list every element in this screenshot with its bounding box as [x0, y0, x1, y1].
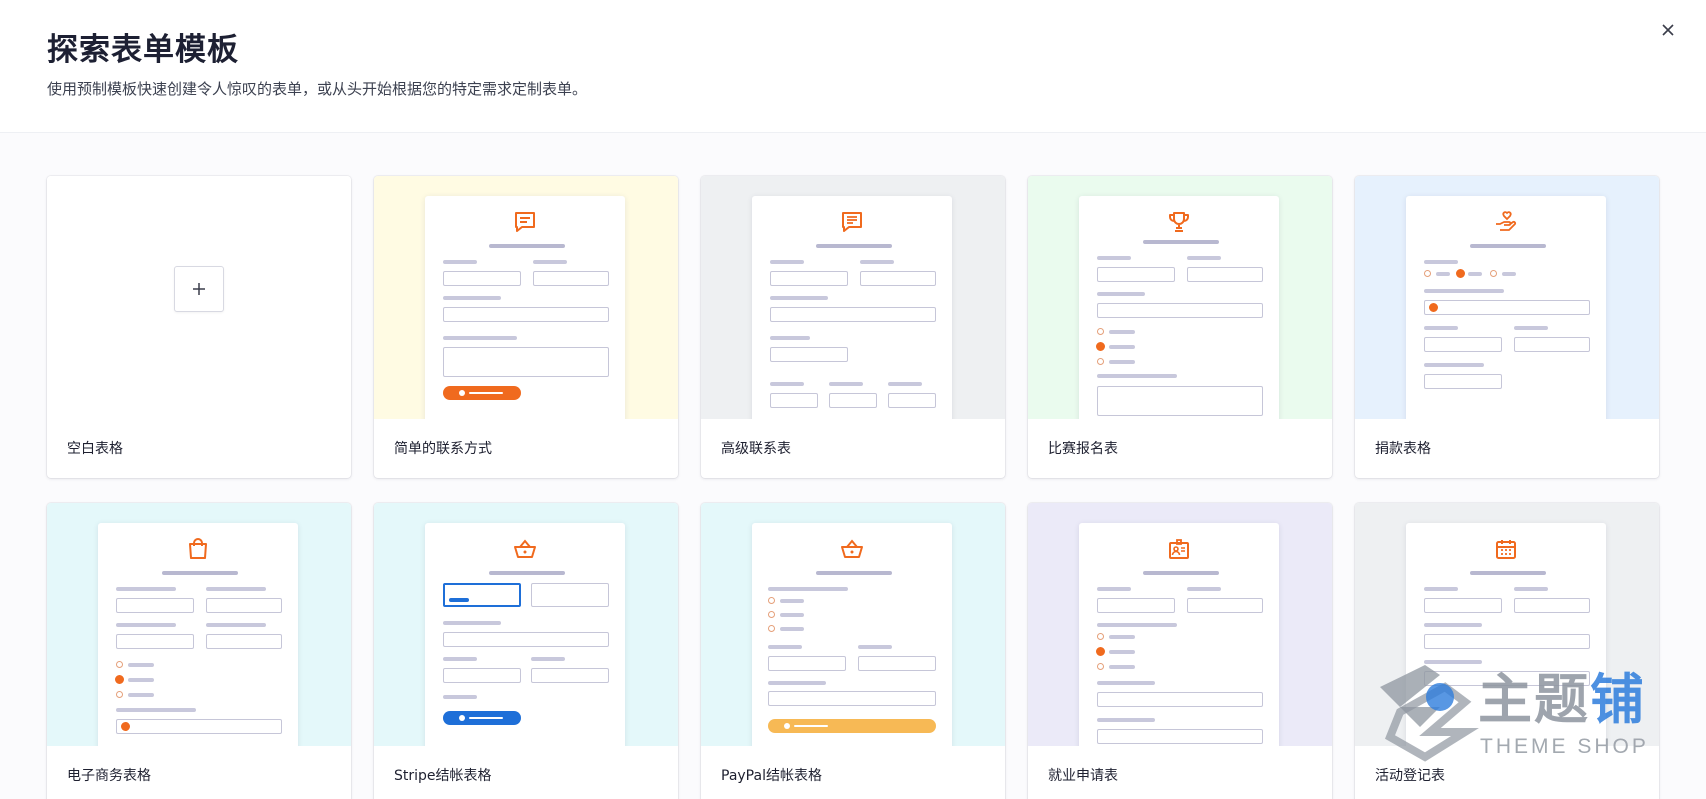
template-label: 比赛报名表 — [1048, 441, 1118, 457]
basket-icon — [514, 539, 536, 558]
template-label: 就业申请表 — [1048, 768, 1118, 784]
form-preview-sheet — [98, 523, 298, 746]
template-card-competition[interactable]: 比赛报名表 — [1028, 176, 1332, 478]
template-preview — [47, 503, 351, 746]
donation-heart-icon — [1496, 211, 1517, 231]
template-card-donation[interactable]: 捐款表格 — [1355, 176, 1659, 478]
template-preview — [1028, 176, 1332, 419]
template-card-paypal-checkout[interactable]: PayPal结帐表格 — [701, 503, 1005, 799]
template-preview — [701, 503, 1005, 746]
chat-list-icon — [842, 212, 862, 232]
template-label: 捐款表格 — [1375, 441, 1431, 457]
template-preview — [374, 503, 678, 746]
template-label: 空白表格 — [67, 441, 123, 457]
template-card-advanced-contact[interactable]: 高级联系表 — [701, 176, 1005, 478]
page-title: 探索表单模板 — [47, 32, 239, 68]
page-subtitle: 使用预制模板快速创建令人惊叹的表单，或从头开始根据您的特定需求定制表单。 — [47, 80, 588, 98]
template-card-event-registration[interactable]: 活动登记表 — [1355, 503, 1659, 799]
template-preview — [1355, 176, 1659, 419]
template-preview — [374, 176, 678, 419]
shopping-bag-icon — [189, 538, 207, 559]
id-badge-icon — [1169, 539, 1189, 559]
template-label: 电子商务表格 — [67, 768, 151, 784]
template-label: Stripe结帐表格 — [394, 768, 492, 784]
template-card-stripe-checkout[interactable]: Stripe结帐表格 — [374, 503, 678, 799]
form-preview-sheet — [1406, 196, 1606, 419]
basket-icon — [841, 539, 863, 558]
template-card-employment-application[interactable]: 就业申请表 — [1028, 503, 1332, 799]
template-preview — [1355, 503, 1659, 746]
plus-icon — [193, 283, 205, 295]
template-preview — [1028, 503, 1332, 746]
close-icon — [1662, 24, 1674, 36]
template-preview — [47, 176, 351, 419]
template-label: 简单的联系方式 — [394, 441, 492, 457]
form-preview-sheet — [425, 523, 625, 746]
form-preview-sheet — [1079, 196, 1279, 419]
trophy-icon — [1169, 212, 1189, 232]
template-grid: 空白表格 简单的联系方式 高级联系表 比赛报名表 捐款表格 电子商务表格 Str… — [0, 133, 1706, 799]
form-preview-sheet — [752, 523, 952, 746]
calendar-icon — [1496, 540, 1516, 559]
add-blank-button[interactable] — [174, 266, 224, 312]
form-preview-sheet — [1406, 523, 1606, 746]
template-label: 高级联系表 — [721, 441, 791, 457]
form-preview-sheet — [1079, 523, 1279, 746]
close-button[interactable] — [1654, 16, 1682, 44]
template-label: 活动登记表 — [1375, 768, 1445, 784]
template-card-blank[interactable]: 空白表格 — [47, 176, 351, 478]
form-preview-sheet — [752, 196, 952, 419]
template-card-simple-contact[interactable]: 简单的联系方式 — [374, 176, 678, 478]
template-preview — [701, 176, 1005, 419]
template-card-ecommerce[interactable]: 电子商务表格 — [47, 503, 351, 799]
chat-icon — [515, 212, 535, 232]
form-preview-sheet — [425, 196, 625, 419]
modal-header: 探索表单模板 使用预制模板快速创建令人惊叹的表单，或从头开始根据您的特定需求定制… — [0, 0, 1706, 133]
template-label: PayPal结帐表格 — [721, 768, 822, 784]
